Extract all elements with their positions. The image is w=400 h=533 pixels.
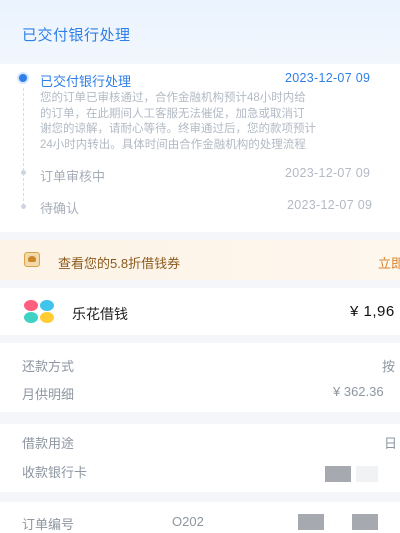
timeline-step-time: 2023-12-07 09	[285, 71, 371, 85]
page-header: 已交付银行处理	[0, 0, 400, 66]
bank-card-label: 收款银行卡	[22, 465, 88, 480]
loan-purpose-value: 日	[384, 436, 398, 451]
monthly-payment-value[interactable]: ¥ 362.36	[333, 384, 384, 399]
timeline-step-time: 2023-12-07 09	[285, 166, 371, 180]
divider	[0, 412, 400, 424]
timeline-step-title: 待确认	[40, 201, 80, 216]
monthly-payment-label[interactable]: 月供明细	[22, 384, 74, 403]
crown-icon	[24, 252, 40, 267]
repayment-method-label: 还款方式	[22, 359, 75, 374]
description-line: 的订单，在此期间人工客服无法催促，加急或取消订	[40, 107, 305, 120]
product-name: 乐花借钱	[72, 306, 128, 322]
redaction-mask	[325, 466, 351, 482]
description-line: 谢您的谅解，请耐心等待。终审通过后，您的款项预计	[40, 123, 316, 135]
divider	[0, 335, 400, 343]
timeline-line	[23, 88, 24, 206]
order-number-label: 订单编号	[22, 517, 75, 532]
page-title: 已交付银行处理	[22, 27, 131, 44]
timeline-dot	[21, 204, 26, 209]
loan-purpose-label: 借款用途	[22, 436, 75, 451]
timeline-step-description: 您的订单已审核通过，合作金融机构预计48小时内给 的订单，在此期间人工客服无法催…	[40, 91, 400, 153]
loan-amount: ¥ 1,96	[350, 303, 395, 320]
timeline-step-title: 已交付银行处理	[40, 74, 132, 89]
timeline-step-time: 2023-12-07 09	[287, 198, 373, 212]
timeline-step-title: 订单审核中	[40, 169, 106, 184]
redaction-mask	[352, 514, 378, 530]
repayment-method-value: 按	[382, 359, 396, 374]
divider	[0, 492, 400, 502]
timeline-active-dot	[19, 74, 27, 82]
product-logo-icon	[24, 300, 58, 324]
coupon-text: 查看您的5.8折借钱券	[58, 256, 181, 271]
description-line: 您的订单已审核通过，合作金融机构预计48小时内给	[40, 92, 306, 104]
redaction-mask	[356, 466, 378, 482]
description-line: 24小时内转出。具体时间由合作金融机构的处理流程	[40, 138, 306, 151]
coupon-cta-link[interactable]: 立即	[378, 253, 400, 272]
timeline-dot	[21, 170, 26, 175]
order-number-value[interactable]: O202	[172, 514, 204, 529]
redaction-mask	[298, 514, 324, 530]
